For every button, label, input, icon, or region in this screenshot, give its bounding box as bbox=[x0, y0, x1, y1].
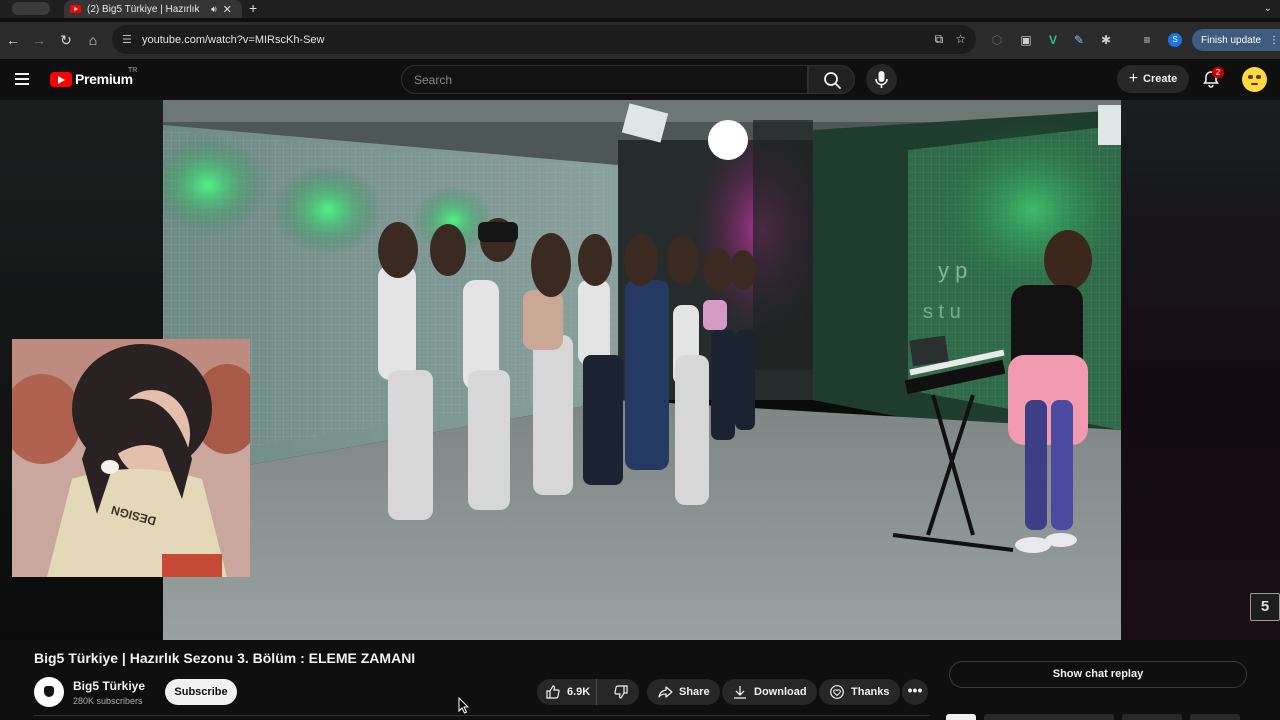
microphone-icon bbox=[875, 71, 888, 88]
bookmark-star-icon[interactable]: ☆ bbox=[955, 32, 966, 47]
more-actions-button[interactable]: ••• bbox=[902, 679, 928, 705]
home-icon[interactable]: ⌂ bbox=[84, 31, 102, 49]
channel-name[interactable]: Big5 Türkiye bbox=[73, 679, 145, 693]
subscribe-button[interactable]: Subscribe bbox=[165, 679, 237, 705]
like-count: 6.9K bbox=[567, 686, 591, 698]
chip-all[interactable] bbox=[946, 714, 976, 720]
plus-icon: + bbox=[1128, 70, 1139, 87]
search-button[interactable] bbox=[808, 65, 855, 94]
browser-toolbar: ← → ↻ ⌂ ☰ youtube.com/watch?v=MIRscKh-Se… bbox=[0, 22, 1280, 59]
channel-watermark[interactable]: 5 bbox=[1250, 593, 1280, 621]
video-title: Big5 Türkiye | Hazırlık Sezonu 3. Bölüm … bbox=[34, 650, 416, 666]
thanks-heart-icon bbox=[830, 685, 844, 699]
share-icon bbox=[658, 686, 673, 698]
url-text[interactable]: youtube.com/watch?v=MIRscKh-Sew bbox=[142, 34, 325, 46]
thumbs-up-icon bbox=[546, 685, 560, 699]
extension-icon[interactable]: ⬡ bbox=[990, 33, 1004, 47]
new-tab-button[interactable]: + bbox=[249, 0, 257, 17]
download-icon bbox=[734, 686, 746, 699]
install-app-icon[interactable]: ⧉ bbox=[935, 32, 944, 47]
youtube-header: Premium TR + Create 2 bbox=[0, 59, 1280, 100]
ambient-right bbox=[1121, 100, 1280, 640]
search-input[interactable] bbox=[414, 72, 807, 87]
mouse-cursor-icon bbox=[458, 697, 470, 714]
thumbs-down-icon bbox=[614, 685, 628, 699]
tab-title: (2) Big5 Türkiye | Hazırlık bbox=[87, 3, 200, 15]
youtube-premium-logo[interactable]: Premium TR bbox=[50, 67, 137, 87]
translate-extension-icon[interactable]: ▣ bbox=[1019, 33, 1033, 47]
media-controls-icon[interactable]: ≡ bbox=[1140, 33, 1154, 47]
browser-tabstrip: (2) Big5 Türkiye | Hazırlık 🔊︎ ✕ + ⌄ bbox=[0, 0, 1280, 18]
chevron-down-icon[interactable]: ⌄ bbox=[1264, 0, 1272, 18]
like-button[interactable]: 6.9K bbox=[537, 679, 598, 705]
address-bar[interactable]: ☰ youtube.com/watch?v=MIRscKh-Sew ⧉ ☆ bbox=[112, 25, 976, 54]
studio-sign-text-2: s t u bbox=[923, 301, 961, 323]
dislike-button[interactable] bbox=[603, 679, 639, 705]
create-label: Create bbox=[1143, 73, 1178, 85]
profile-avatar[interactable]: S bbox=[1168, 33, 1182, 47]
search-icon bbox=[824, 72, 841, 89]
kebab-menu-icon: ⋮ bbox=[1269, 34, 1280, 46]
studio-sign-text: y p bbox=[938, 258, 967, 283]
speaker-icon[interactable]: 🔊︎ bbox=[211, 4, 217, 15]
puzzle-extensions-icon[interactable]: ✱ bbox=[1099, 33, 1113, 47]
tab-search-button[interactable] bbox=[12, 2, 50, 15]
thanks-label: Thanks bbox=[851, 686, 890, 698]
youtube-play-logo-icon bbox=[50, 71, 72, 87]
finish-update-label: Finish update bbox=[1201, 34, 1262, 46]
search-input-container[interactable] bbox=[401, 65, 808, 94]
thanks-button[interactable]: Thanks bbox=[819, 679, 900, 705]
finish-update-button[interactable]: Finish update ⋮ bbox=[1192, 29, 1280, 51]
youtube-favicon-icon bbox=[70, 5, 81, 13]
chip[interactable] bbox=[1190, 714, 1240, 720]
download-button[interactable]: Download bbox=[722, 679, 817, 705]
pen-extension-icon[interactable]: ✎ bbox=[1072, 33, 1086, 47]
channel-avatar[interactable] bbox=[34, 677, 64, 707]
forward-icon[interactable]: → bbox=[30, 31, 48, 49]
country-code: TR bbox=[128, 67, 138, 74]
share-button[interactable]: Share bbox=[647, 679, 720, 705]
create-button[interactable]: + Create bbox=[1117, 65, 1189, 93]
video-frame-image: y p s t u bbox=[163, 100, 1121, 640]
logo-text: Premium bbox=[75, 71, 133, 87]
back-icon[interactable]: ← bbox=[4, 31, 22, 49]
chip[interactable] bbox=[1122, 714, 1182, 720]
video-player[interactable]: y p s t u bbox=[163, 100, 1121, 640]
avatar-mouth bbox=[1251, 83, 1258, 85]
avatar-eye bbox=[1248, 75, 1253, 79]
reload-icon[interactable]: ↻ bbox=[57, 31, 75, 49]
site-info-icon[interactable]: ☰ bbox=[122, 34, 134, 46]
subscriber-count: 280K subscribers bbox=[73, 696, 143, 706]
webcam-overlay: DESIGN bbox=[12, 339, 250, 577]
chip[interactable] bbox=[984, 714, 1114, 720]
menu-icon[interactable] bbox=[15, 73, 29, 85]
description-box-edge bbox=[34, 715, 930, 720]
like-dislike-group: 6.9K bbox=[537, 679, 639, 705]
share-label: Share bbox=[679, 686, 710, 698]
download-label: Download bbox=[754, 686, 807, 698]
v-extension-icon[interactable]: V bbox=[1046, 33, 1060, 47]
close-tab-icon[interactable]: ✕ bbox=[223, 3, 232, 16]
notification-count-badge: 2 bbox=[1212, 67, 1224, 78]
voice-search-button[interactable] bbox=[866, 64, 897, 95]
show-chat-replay-button[interactable]: Show chat replay bbox=[949, 661, 1247, 688]
chip-row bbox=[946, 714, 1240, 720]
avatar-eye bbox=[1256, 75, 1261, 79]
account-avatar[interactable] bbox=[1242, 67, 1267, 92]
webcam-feed-image: DESIGN bbox=[12, 339, 250, 577]
browser-tab-active[interactable]: (2) Big5 Türkiye | Hazırlık 🔊︎ ✕ bbox=[64, 0, 242, 18]
